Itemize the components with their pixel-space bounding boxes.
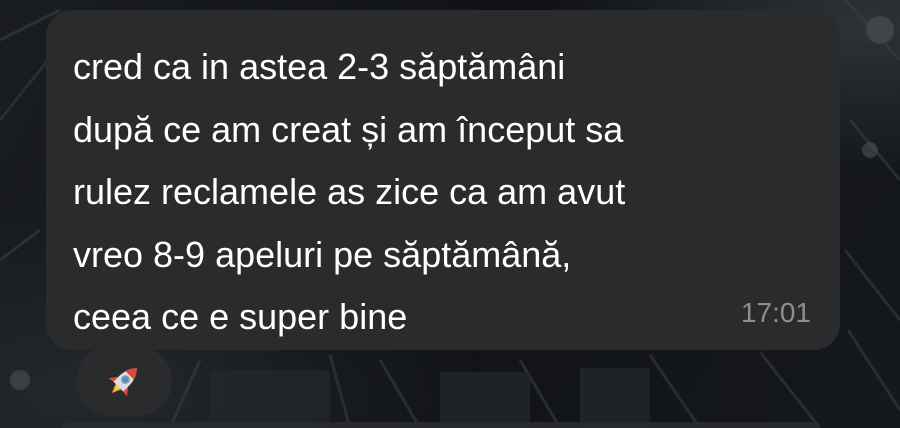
reaction-badge[interactable] — [76, 346, 172, 416]
message-timestamp: 17:01 — [740, 297, 811, 328]
message-text: cred ca in astea 2-3 săptămâni după ce a… — [73, 36, 813, 349]
message-bubble[interactable]: cred ca in astea 2-3 săptămâni după ce a… — [46, 10, 840, 350]
rocket-icon — [108, 368, 137, 397]
message-line: după ce am creat și am început sa — [73, 108, 624, 150]
message-line: vreo 8-9 apeluri pe săptămână, — [73, 233, 572, 275]
message-line: cred ca in astea 2-3 săptămâni — [73, 46, 566, 87]
message-line: rulez reclamele as zice ca am avut — [73, 171, 626, 212]
next-message-bubble[interactable] — [60, 422, 820, 428]
message-line: ceea ce e super bine — [73, 296, 408, 337]
